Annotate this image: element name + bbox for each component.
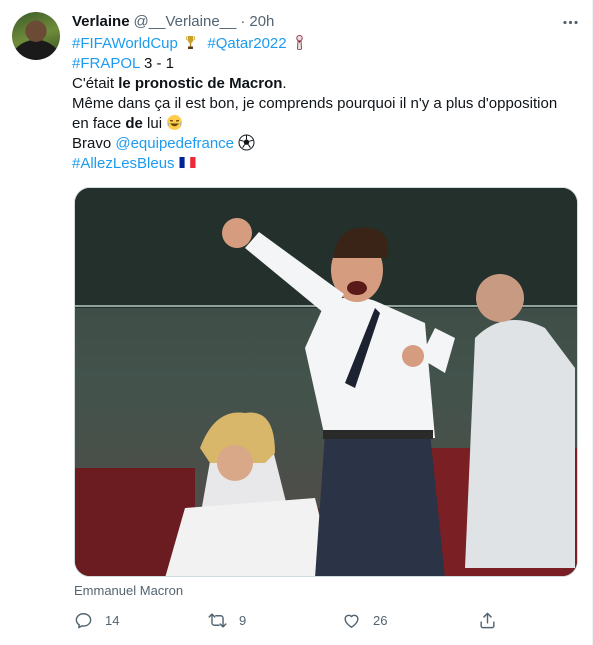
hashtag-allezlesbleus[interactable]: #AllezLesBleus xyxy=(72,155,175,172)
photo-caption: Emmanuel Macron xyxy=(74,583,184,598)
tweet-line-5: en face de lui xyxy=(72,114,577,134)
pendant-icon xyxy=(296,35,303,50)
hashtag-qatar2022[interactable]: #Qatar2022 xyxy=(207,35,286,52)
share-icon xyxy=(478,611,497,630)
soccer-ball-icon xyxy=(238,134,255,151)
hashtag-fifaworldcup[interactable]: #FIFAWorldCup xyxy=(72,35,178,52)
text-suffix: . xyxy=(282,75,287,92)
score: 3 - 1 xyxy=(139,55,174,72)
share-button[interactable] xyxy=(478,607,497,633)
avatar[interactable] xyxy=(12,12,60,60)
tweet-actions: 14 9 26 xyxy=(72,607,502,633)
like-icon xyxy=(342,611,361,630)
like-count: 26 xyxy=(373,612,388,628)
text-bold: le pronostic de Macron xyxy=(118,75,283,92)
text-suffix-2: lui xyxy=(142,115,167,132)
text-bold-2: de xyxy=(125,115,143,132)
text-prefix-2: en face xyxy=(72,115,126,132)
separator: · xyxy=(240,13,246,30)
tweet-line-3: C'était le pronostic de Macron. xyxy=(72,74,577,94)
tweet-line-6: Bravo @equipedefrance xyxy=(72,134,577,154)
hashtag-frapol[interactable]: #FRAPOL xyxy=(72,55,140,72)
trophy-icon xyxy=(186,36,195,49)
user-handle[interactable]: @__Verlaine__ xyxy=(134,12,237,32)
tweet-photo[interactable] xyxy=(74,187,578,577)
tweet-line-7: #AllezLesBleus xyxy=(72,154,577,174)
reply-count: 14 xyxy=(105,612,120,628)
retweet-button[interactable]: 9 xyxy=(208,607,246,633)
tweet-content: Verlaine @__Verlaine__ · 20h #FIFAWorldC… xyxy=(72,12,577,174)
laughing-emoji-icon xyxy=(167,115,183,130)
tweet-line-2: #FRAPOL 3 - 1 xyxy=(72,54,577,74)
user-name[interactable]: Verlaine xyxy=(72,12,130,32)
mention-equipedefrance[interactable]: @equipedefrance xyxy=(115,135,234,152)
tweet-header: Verlaine @__Verlaine__ · 20h xyxy=(72,12,577,32)
tweet-line-4: Même dans ça il est bon, je comprends po… xyxy=(72,95,558,112)
bravo-text: Bravo xyxy=(72,135,116,152)
reply-icon xyxy=(74,611,93,630)
tweet[interactable]: Verlaine @__Verlaine__ · 20h #FIFAWorldC… xyxy=(0,0,593,645)
reply-button[interactable]: 14 xyxy=(74,607,119,633)
timestamp[interactable]: 20h xyxy=(249,12,274,32)
photo-illustration xyxy=(75,188,577,576)
tweet-text: #FIFAWorldCup #Qatar2022 #FRAPOL 3 - 1 C… xyxy=(72,34,577,174)
text-prefix: C'était xyxy=(72,75,119,92)
retweet-icon xyxy=(208,611,227,630)
france-flag-icon xyxy=(179,156,196,169)
like-button[interactable]: 26 xyxy=(342,607,387,633)
tweet-line-1: #FIFAWorldCup #Qatar2022 xyxy=(72,34,577,54)
retweet-count: 9 xyxy=(239,612,247,628)
